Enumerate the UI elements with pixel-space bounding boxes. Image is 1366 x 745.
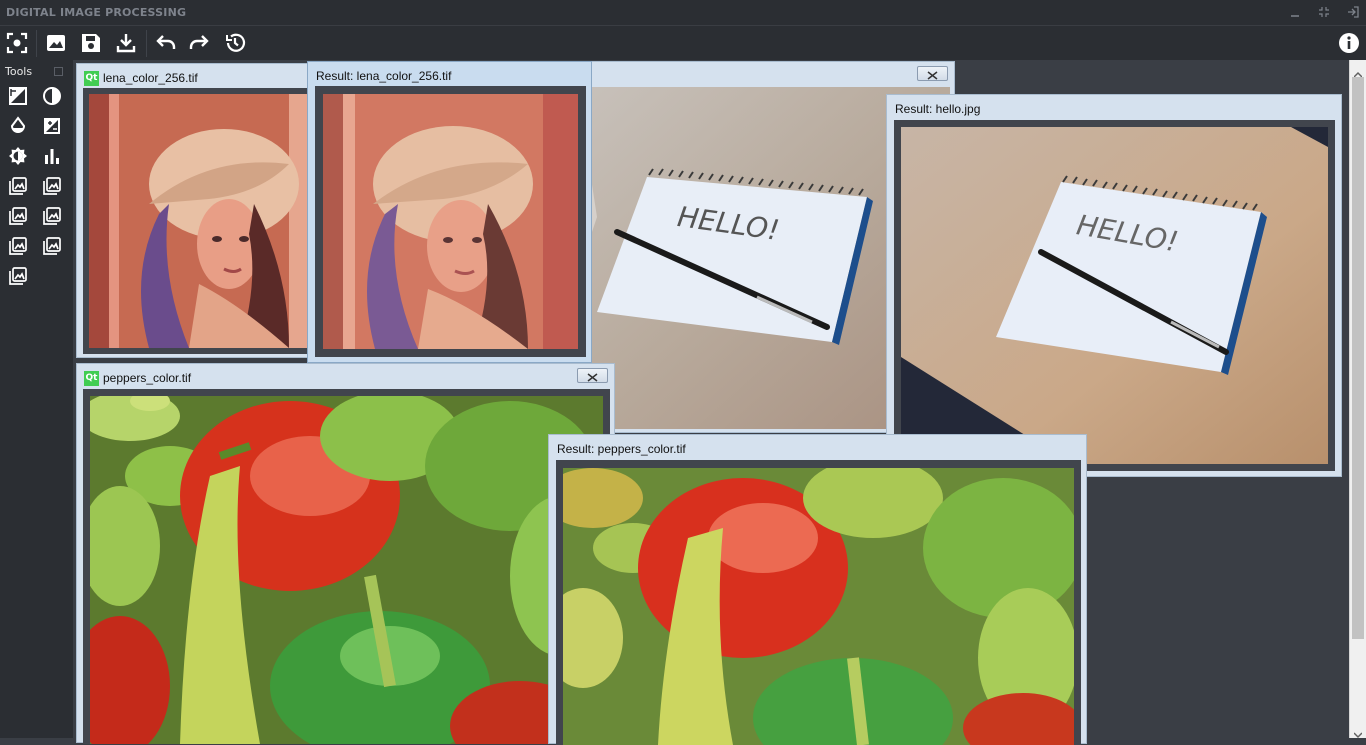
save-icon[interactable]	[80, 32, 102, 54]
close-icon[interactable]	[577, 368, 608, 383]
tools-panel: Tools	[0, 60, 73, 738]
select-icon[interactable]	[6, 32, 28, 54]
peppers-image	[90, 396, 603, 744]
peppers-result-window-title: Result: peppers_color.tif	[557, 442, 686, 456]
scroll-up-icon[interactable]	[1353, 64, 1363, 78]
restore-icon[interactable]	[1317, 4, 1331, 18]
filter-icon[interactable]	[8, 206, 28, 226]
qt-logo-icon: Qt	[84, 71, 99, 86]
scrollbar-thumb[interactable]	[1352, 77, 1364, 639]
lena-window-title: lena_color_256.tif	[103, 71, 198, 85]
filter-icon[interactable]	[8, 176, 28, 196]
filter-icon[interactable]	[8, 236, 28, 256]
download-icon[interactable]	[115, 32, 137, 54]
minimize-icon[interactable]	[1288, 4, 1302, 18]
gradient-icon[interactable]	[42, 116, 62, 136]
peppers-window-title: peppers_color.tif	[103, 371, 192, 385]
tools-header: Tools	[5, 65, 33, 78]
hello-result-image: HELLO!	[901, 127, 1328, 464]
app-titlebar: DIGITAL IMAGE PROCESSING	[0, 0, 1366, 25]
image-frame: HELLO!	[894, 120, 1335, 471]
peppers-result-window[interactable]: Result: peppers_color.tif	[548, 434, 1087, 745]
blur-icon[interactable]	[8, 116, 28, 136]
lena-result-image	[323, 94, 578, 349]
toolbar-separator	[146, 30, 147, 57]
filter-icon[interactable]	[42, 176, 62, 196]
image-frame	[315, 86, 586, 357]
image-frame	[556, 460, 1081, 745]
lena-image	[89, 94, 315, 348]
threshold-icon[interactable]	[8, 86, 28, 106]
exit-icon[interactable]	[1346, 4, 1360, 18]
vertical-scrollbar[interactable]	[1349, 60, 1366, 739]
lena-window[interactable]: Qt lena_color_256.tif	[76, 63, 316, 358]
histogram-icon[interactable]	[42, 146, 62, 166]
peppers-window[interactable]: Qt peppers_color.tif	[76, 363, 615, 744]
image-frame	[83, 88, 315, 354]
info-icon[interactable]	[1338, 32, 1360, 54]
scroll-down-icon[interactable]	[1353, 724, 1363, 739]
filter-icon[interactable]	[8, 266, 28, 286]
undo-icon[interactable]	[154, 32, 176, 54]
brightness-icon[interactable]	[8, 146, 28, 166]
history-icon[interactable]	[224, 32, 246, 54]
hello-result-window-title: Result: hello.jpg	[895, 102, 981, 116]
toolbar-separator	[36, 30, 37, 57]
lena-result-window[interactable]: Result: lena_color_256.tif	[307, 61, 592, 363]
close-icon[interactable]	[917, 66, 948, 81]
peppers-result-image	[563, 468, 1074, 745]
contrast-icon[interactable]	[42, 86, 62, 106]
main-toolbar	[0, 25, 1366, 60]
lena-result-window-title: Result: lena_color_256.tif	[316, 69, 452, 83]
float-panel-icon[interactable]	[54, 67, 63, 76]
redo-icon[interactable]	[189, 32, 211, 54]
qt-logo-icon: Qt	[84, 371, 99, 386]
filter-icon[interactable]	[42, 236, 62, 256]
app-title: DIGITAL IMAGE PROCESSING	[6, 6, 187, 19]
open-image-icon[interactable]	[45, 32, 67, 54]
filter-icon[interactable]	[42, 206, 62, 226]
hello-result-window[interactable]: Result: hello.jpg HELLO!	[886, 94, 1342, 477]
image-frame	[83, 389, 610, 744]
